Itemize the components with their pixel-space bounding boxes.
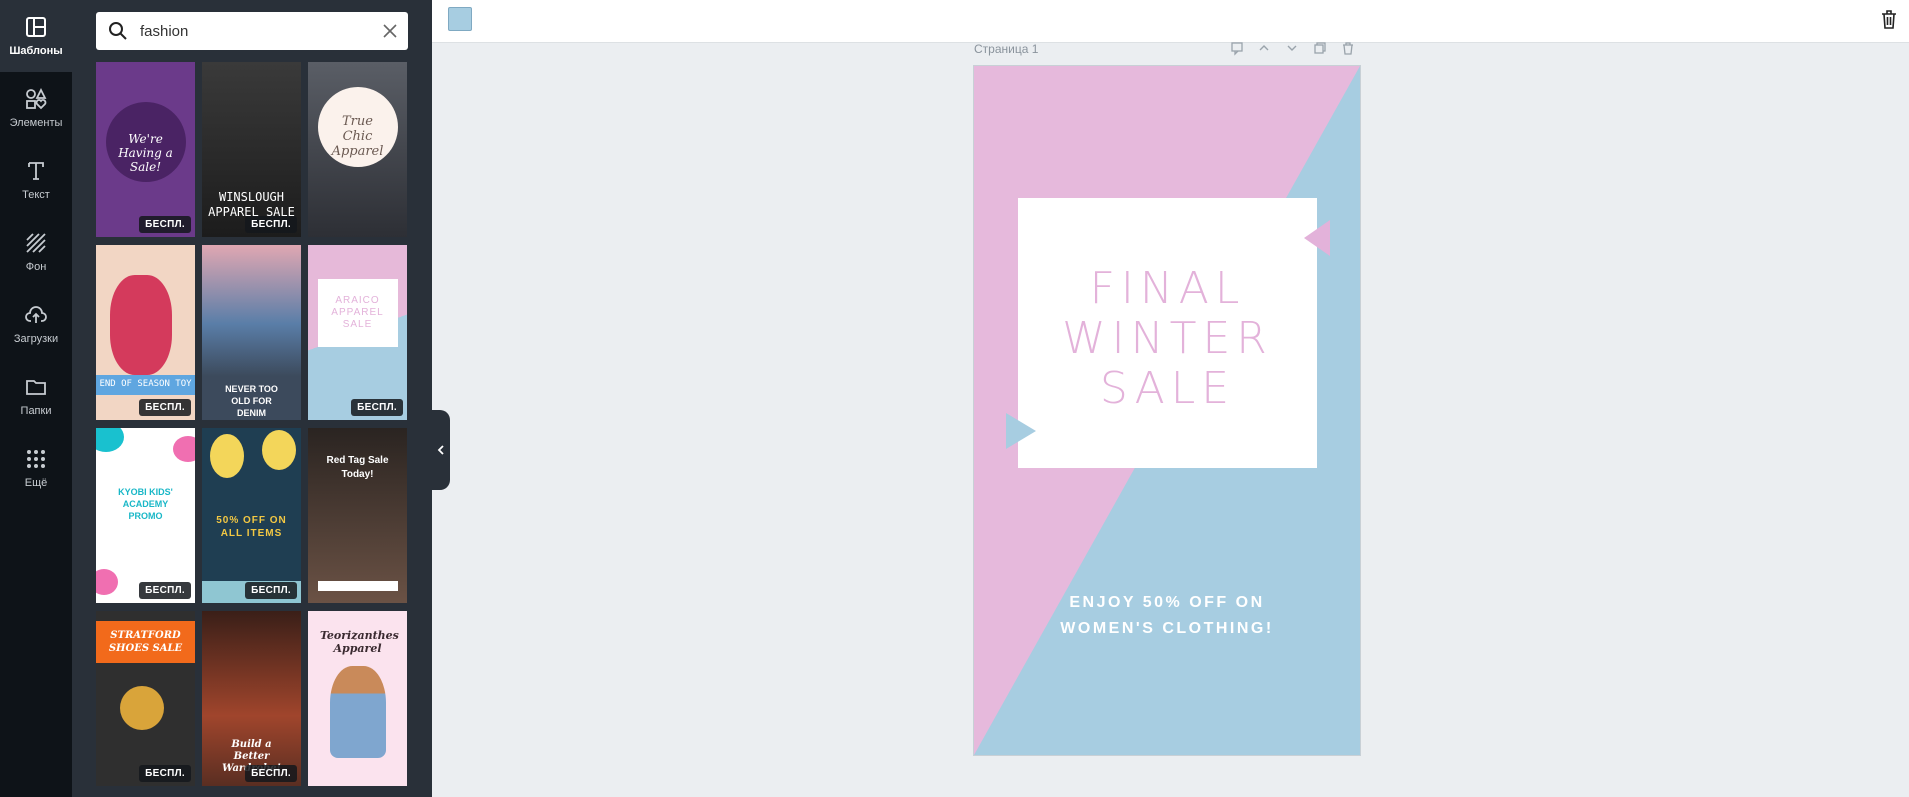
free-badge: БЕСПЛ. (139, 399, 191, 416)
delete-page-icon[interactable] (1340, 40, 1356, 56)
template-thumbnail[interactable]: END OF SEASON TOY БЕСПЛ. (96, 245, 195, 420)
free-badge: БЕСПЛ. (139, 216, 191, 233)
template-thumbnail[interactable]: STRATFORD SHOES SALE БЕСПЛ. (96, 611, 195, 786)
folder-icon (26, 380, 46, 395)
sidebar-item-label: Шаблоны (9, 45, 63, 57)
chevron-left-icon (437, 445, 444, 455)
search-icon (109, 22, 127, 40)
page-label: Страница 1 (974, 42, 1039, 56)
search-input[interactable] (138, 21, 372, 41)
template-title: Teorizanthes Apparel (320, 629, 399, 655)
sidebar-item-templates[interactable]: Шаблоны (0, 0, 72, 72)
add-note-icon[interactable] (1229, 40, 1245, 56)
sidebar-item-label: Текст (22, 189, 50, 201)
template-thumbnail[interactable]: KYOBI KIDS' ACADEMY PROMO БЕСПЛ. (96, 428, 195, 603)
template-title: STRATFORD SHOES SALE (108, 630, 183, 654)
sidebar-item-text[interactable]: Текст (0, 144, 72, 216)
trash-icon[interactable] (1879, 8, 1899, 30)
more-icon (27, 450, 45, 468)
template-title: KYOBI KIDS' ACADEMY PROMO (118, 487, 173, 521)
template-title: END OF SEASON TOY (99, 379, 192, 389)
sidebar-item-label: Загрузки (13, 333, 59, 345)
sidebar-item-more[interactable]: Ещё (0, 432, 72, 504)
elements-icon (26, 87, 47, 110)
template-thumbnail[interactable]: NEVER TOO OLD FOR DENIM (202, 245, 301, 420)
collapse-panel-button[interactable] (432, 410, 450, 490)
duplicate-page-icon[interactable] (1312, 40, 1328, 56)
templates-panel: We're Having a Sale! БЕСПЛ. WINSLOUGH AP… (72, 0, 432, 797)
free-badge: БЕСПЛ. (245, 582, 297, 599)
free-badge: БЕСПЛ. (139, 582, 191, 599)
sidebar-item-label: Ещё (24, 477, 48, 489)
template-title: True Chic Apparel (331, 114, 384, 159)
free-badge: БЕСПЛ. (245, 216, 297, 233)
sidebar-item-label: Фон (25, 261, 47, 273)
template-thumbnail[interactable]: Red Tag Sale Today! (308, 428, 407, 603)
move-page-up-icon[interactable] (1256, 40, 1272, 56)
sidebar-item-uploads[interactable]: Загрузки (0, 288, 72, 360)
left-rail: Шаблоны Элементы Текст Фон Загрузки Папк… (0, 0, 72, 797)
free-badge: БЕСПЛ. (351, 399, 403, 416)
move-page-down-icon[interactable] (1284, 40, 1300, 56)
template-title: 50% OFF ON ALL ITEMS (216, 515, 287, 539)
design-canvas[interactable]: FINAL WINTER SALE ENJOY 50% OFF ON WOMEN… (974, 66, 1360, 755)
free-badge: БЕСПЛ. (139, 765, 191, 782)
clear-search-icon[interactable] (382, 23, 398, 39)
sidebar-item-label: Папки (20, 405, 52, 417)
subheadline-line: WOMEN'S CLOTHING! (1060, 620, 1274, 637)
sidebar-item-background[interactable]: Фон (0, 216, 72, 288)
background-color-swatch[interactable] (448, 7, 472, 31)
template-thumbnail[interactable]: Teorizanthes Apparel (308, 611, 407, 786)
template-title: We're Having a Sale! (118, 132, 173, 174)
template-thumbnail[interactable]: We're Having a Sale! БЕСПЛ. (96, 62, 195, 237)
template-title: ARAICO APPAREL SALE (331, 295, 384, 330)
top-toolbar (432, 0, 1909, 43)
template-thumbnail[interactable]: True Chic Apparel (308, 62, 407, 237)
search-box (96, 12, 408, 50)
upload-icon (25, 306, 47, 323)
text-icon (28, 162, 44, 180)
template-thumbnail[interactable]: Build a Better Wardrobe! БЕСПЛ. (202, 611, 301, 786)
template-thumbnail[interactable]: WINSLOUGH APPAREL SALE БЕСПЛ. (202, 62, 301, 237)
template-title: Red Tag Sale Today! (326, 455, 389, 480)
sidebar-item-label: Элементы (9, 117, 63, 129)
template-thumbnail[interactable]: ARAICO APPAREL SALE БЕСПЛ. (308, 245, 407, 420)
template-thumbnail[interactable]: 50% OFF ON ALL ITEMS БЕСПЛ. (202, 428, 301, 603)
subheadline-line: ENJOY 50% OFF ON (1069, 594, 1265, 611)
free-badge: БЕСПЛ. (245, 765, 297, 782)
templates-icon (26, 17, 46, 37)
sidebar-item-elements[interactable]: Элементы (0, 72, 72, 144)
template-title: NEVER TOO OLD FOR DENIM (225, 384, 278, 418)
sidebar-item-folders[interactable]: Папки (0, 360, 72, 432)
triangle-overlay (1006, 220, 1330, 449)
background-icon (26, 233, 46, 253)
subheadline-text[interactable]: ENJOY 50% OFF ON WOMEN'S CLOTHING! (974, 590, 1360, 642)
